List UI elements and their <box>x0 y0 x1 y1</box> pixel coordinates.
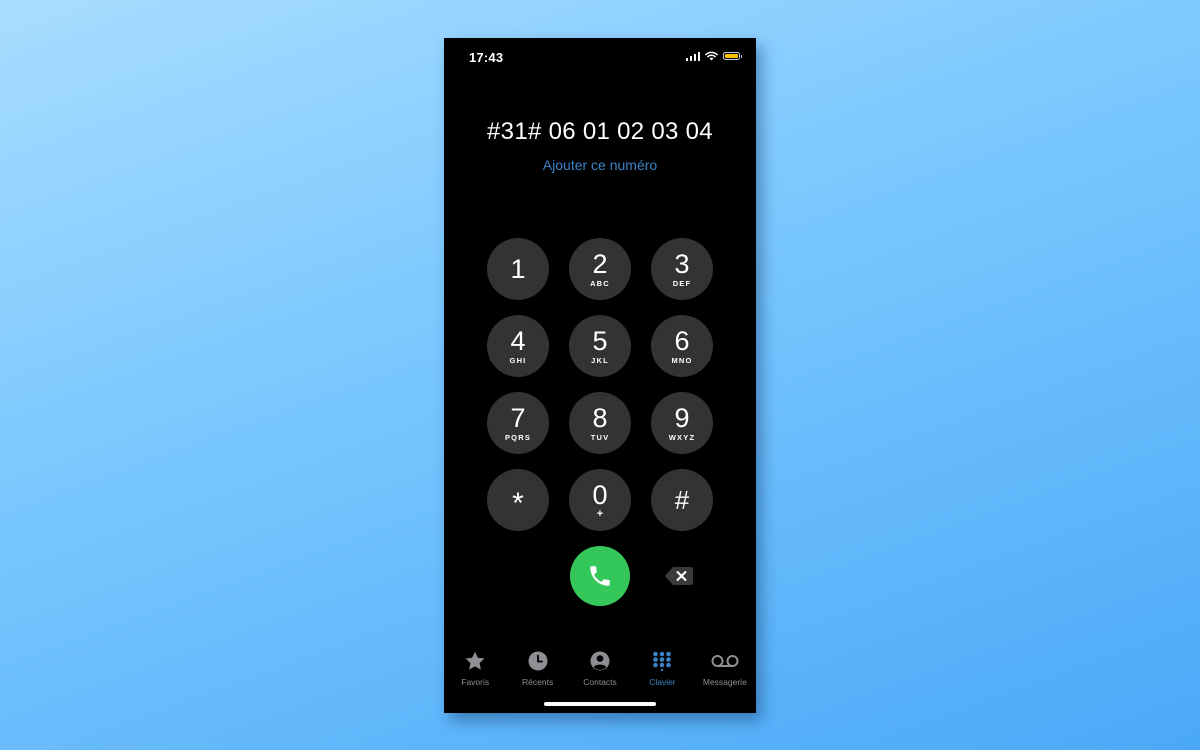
tab-messagerie[interactable]: Messagerie <box>694 650 756 690</box>
key-digit: 2 <box>592 248 608 279</box>
key-digit: 1 <box>510 253 526 284</box>
key-star[interactable]: * <box>487 469 549 531</box>
cellular-signal-icon <box>685 51 700 61</box>
tab-label: Clavier <box>649 677 676 687</box>
key-3[interactable]: 3 DEF <box>651 238 713 300</box>
key-6[interactable]: 6 MNO <box>651 315 713 377</box>
key-4[interactable]: 4 GHI <box>487 315 549 377</box>
key-digit: 8 <box>592 402 608 433</box>
key-digit: * <box>512 487 524 520</box>
key-digit: # <box>674 485 690 515</box>
clock-icon <box>528 650 548 672</box>
person-circle-icon <box>590 650 610 672</box>
phone-screen: 17:43 #31# 06 01 02 03 04 Ajouter ce num… <box>444 38 756 713</box>
key-letters: + <box>596 507 604 520</box>
voicemail-icon <box>711 650 739 672</box>
key-letters: TUV <box>590 432 610 442</box>
call-button[interactable] <box>570 546 630 606</box>
key-letters: WXYZ <box>668 432 696 442</box>
key-hash[interactable]: # <box>651 469 713 531</box>
key-digit: 5 <box>592 325 608 356</box>
tab-label: Favoris <box>461 677 490 687</box>
battery-level <box>725 54 738 58</box>
tab-clavier[interactable]: Clavier <box>631 650 693 690</box>
keypad-icon <box>652 650 672 672</box>
key-letters: MNO <box>671 355 693 365</box>
tab-label: Contacts <box>583 677 617 687</box>
key-digit: 9 <box>674 402 690 433</box>
dialed-number: #31# 06 01 02 03 04 <box>487 118 713 145</box>
key-0[interactable]: 0 + <box>569 469 631 531</box>
key-8[interactable]: 8 TUV <box>569 392 631 454</box>
tab-label: Récents <box>522 677 554 687</box>
keypad: 1 2 ABC 3 DEF 4 GHI 5 JKL 6 MNO 7 PQRS 8… <box>487 238 713 531</box>
key-letters: JKL <box>591 355 609 365</box>
tab-favoris[interactable]: Favoris <box>444 650 506 690</box>
phone-icon <box>590 566 610 586</box>
status-time: 17:43 <box>469 50 504 65</box>
key-digit: 4 <box>510 325 526 356</box>
key-9[interactable]: 9 WXYZ <box>651 392 713 454</box>
key-1[interactable]: 1 <box>487 238 549 300</box>
battery-icon <box>723 52 742 60</box>
key-letters: PQRS <box>504 432 532 442</box>
key-letters: ABC <box>590 278 610 288</box>
status-icons <box>685 51 742 61</box>
tab-recents[interactable]: Récents <box>506 650 568 690</box>
key-2[interactable]: 2 ABC <box>569 238 631 300</box>
delete-button[interactable] <box>665 566 693 586</box>
add-number-link[interactable]: Ajouter ce numéro <box>444 157 756 173</box>
status-bar: 17:43 <box>444 38 756 74</box>
key-digit: 6 <box>674 325 690 356</box>
wifi-icon <box>705 51 718 61</box>
tab-bar: Favoris Récents Contacts Clavier Message… <box>444 650 756 690</box>
tab-contacts[interactable]: Contacts <box>569 650 631 690</box>
key-letters: DEF <box>672 278 692 288</box>
key-5[interactable]: 5 JKL <box>569 315 631 377</box>
key-letters: GHI <box>509 355 527 365</box>
star-icon <box>464 650 486 672</box>
home-indicator[interactable] <box>544 702 656 706</box>
tab-label: Messagerie <box>702 677 747 687</box>
key-digit: 7 <box>510 402 526 433</box>
key-digit: 3 <box>674 248 690 279</box>
backspace-icon <box>665 567 693 585</box>
key-digit: 0 <box>592 479 608 510</box>
key-7[interactable]: 7 PQRS <box>487 392 549 454</box>
